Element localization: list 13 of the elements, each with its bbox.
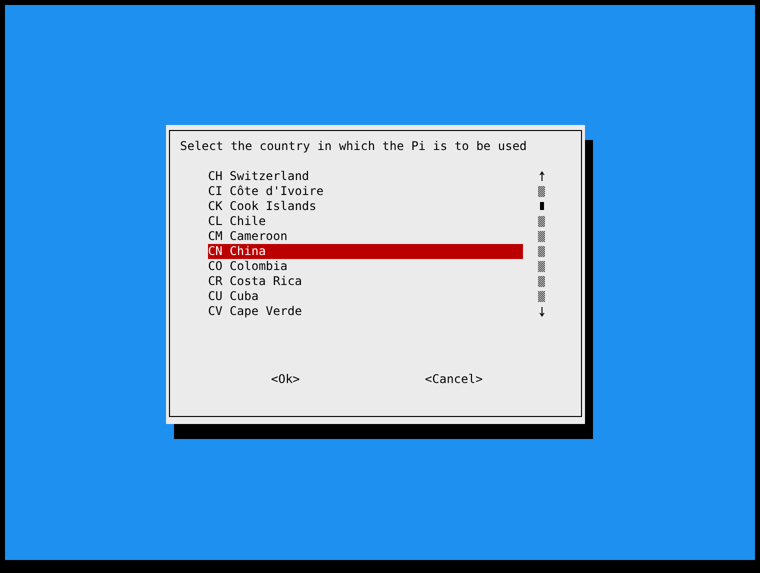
country-item[interactable]: CN China bbox=[208, 244, 523, 259]
country-item[interactable]: CO Colombia bbox=[208, 259, 523, 274]
country-item[interactable]: CR Costa Rica bbox=[208, 274, 523, 289]
dialog-prompt: Select the country in which the Pi is to be used bbox=[180, 139, 528, 154]
ok-button[interactable]: <Ok> bbox=[271, 372, 300, 386]
country-item[interactable]: CH Switzerland bbox=[208, 169, 523, 184]
country-item[interactable]: CV Cape Verde bbox=[208, 304, 523, 319]
country-item[interactable]: CI Côte d'Ivoire bbox=[208, 184, 523, 199]
country-item[interactable]: CL Chile bbox=[208, 214, 523, 229]
cancel-button[interactable]: <Cancel> bbox=[424, 372, 483, 386]
country-item[interactable]: CU Cuba bbox=[208, 289, 523, 304]
country-item[interactable]: CM Cameroon bbox=[208, 229, 523, 244]
country-item[interactable]: CK Cook Islands bbox=[208, 199, 523, 214]
